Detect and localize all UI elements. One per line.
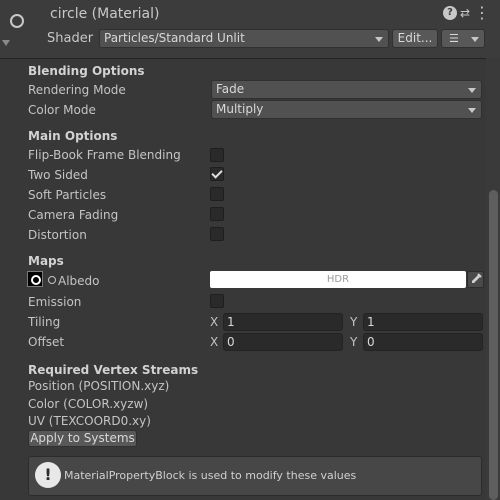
tiling-y-axis-label: Y — [350, 315, 358, 329]
albedo-texture-slot[interactable] — [27, 271, 43, 287]
offset-x-axis-label: X — [210, 335, 219, 349]
list-icon: ☰ — [449, 32, 459, 45]
two-sided-checkbox[interactable] — [210, 167, 224, 181]
shader-options-button[interactable]: ☰ — [441, 29, 485, 48]
shader-label: Shader — [47, 31, 94, 46]
apply-to-systems-button[interactable]: Apply to Systems — [28, 430, 137, 447]
info-message: MaterialPropertyBlock is used to modify … — [64, 469, 357, 482]
chevron-down-icon — [375, 37, 383, 42]
preset-icon[interactable]: ⇄ — [458, 6, 472, 20]
eyedropper-button[interactable] — [467, 271, 484, 288]
color-mode-dropdown[interactable]: Multiply — [211, 100, 482, 119]
color-mode-label: Color Mode — [28, 103, 96, 117]
albedo-label: Albedo — [58, 274, 100, 288]
material-title: circle (Material) — [50, 6, 160, 22]
albedo-object-picker-icon[interactable] — [48, 276, 56, 284]
albedo-color-field[interactable]: HDR — [210, 271, 466, 288]
rendering-mode-value: Fade — [216, 82, 245, 96]
emission-checkbox[interactable] — [210, 294, 224, 308]
vertex-stream-item: Position (POSITION.xyz) — [28, 379, 170, 393]
chevron-down-icon — [468, 108, 476, 113]
offset-y-field[interactable]: 0 — [363, 333, 483, 351]
chevron-down-icon — [468, 88, 476, 93]
help-icon[interactable]: ? — [443, 6, 457, 20]
distortion-label: Distortion — [28, 228, 87, 242]
main-options-header: Main Options — [28, 129, 118, 143]
tiling-x-field[interactable]: 1 — [223, 313, 343, 331]
offset-x-field[interactable]: 0 — [223, 333, 343, 351]
vertex-stream-item: UV (TEXCOORD0.xy) — [28, 414, 151, 428]
info-icon: ! — [35, 462, 61, 488]
camera-fading-checkbox[interactable] — [210, 207, 224, 221]
flipbook-blending-label: Flip-Book Frame Blending — [28, 148, 181, 162]
distortion-checkbox[interactable] — [210, 227, 224, 241]
tiling-x-axis-label: X — [210, 315, 219, 329]
eyedropper-icon — [472, 273, 482, 283]
soft-particles-label: Soft Particles — [28, 188, 107, 202]
rendering-mode-label: Rendering Mode — [28, 83, 126, 97]
two-sided-label: Two Sided — [28, 168, 88, 182]
vertex-stream-item: Color (COLOR.xyzw) — [28, 397, 149, 411]
shader-dropdown-value: Particles/Standard Unlit — [104, 31, 245, 45]
material-circle-icon — [10, 14, 24, 28]
offset-y-axis-label: Y — [350, 335, 358, 349]
rendering-mode-dropdown[interactable]: Fade — [211, 80, 482, 99]
flipbook-blending-checkbox[interactable] — [210, 148, 224, 162]
tiling-label: Tiling — [28, 315, 61, 329]
foldout-arrow-icon[interactable] — [2, 40, 10, 46]
tiling-y-field[interactable]: 1 — [363, 313, 483, 331]
chevron-down-icon — [471, 37, 479, 42]
color-mode-value: Multiply — [216, 102, 264, 116]
camera-fading-label: Camera Fading — [28, 208, 119, 222]
soft-particles-checkbox[interactable] — [210, 187, 224, 201]
shader-dropdown[interactable]: Particles/Standard Unlit — [99, 29, 389, 48]
edit-shader-button[interactable]: Edit... — [392, 29, 438, 48]
emission-label: Emission — [28, 295, 82, 309]
menu-icon[interactable]: ⋮ — [474, 5, 490, 21]
scrollbar-thumb[interactable] — [489, 190, 498, 500]
offset-label: Offset — [28, 335, 65, 349]
vertex-streams-header: Required Vertex Streams — [28, 363, 199, 377]
blending-options-header: Blending Options — [28, 64, 145, 78]
maps-header: Maps — [28, 254, 64, 268]
